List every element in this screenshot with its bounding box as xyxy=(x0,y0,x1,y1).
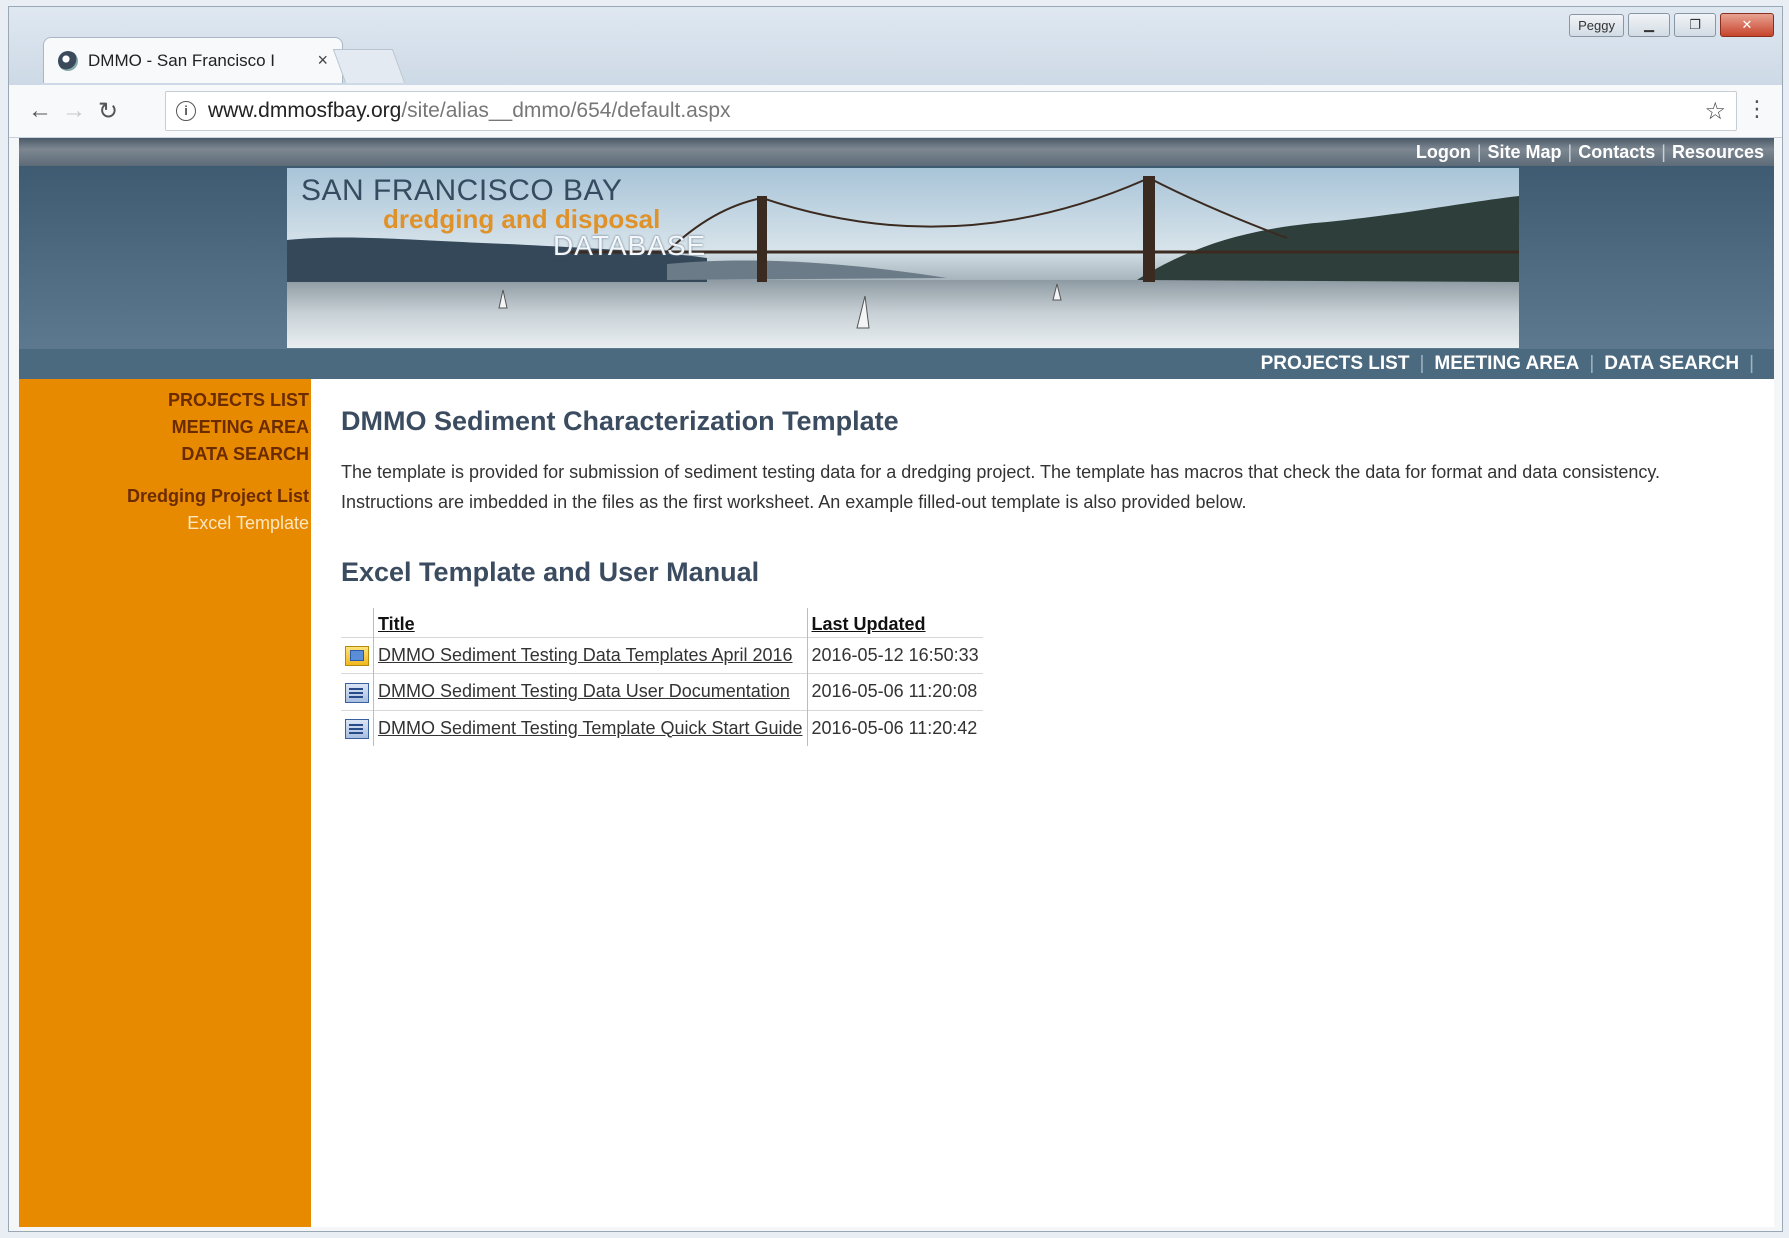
browser-tab[interactable]: DMMO - San Francisco I × xyxy=(43,37,343,83)
main-nav-meeting-area[interactable]: MEETING AREA xyxy=(1434,353,1579,374)
minimize-button[interactable]: ▁ xyxy=(1628,13,1670,37)
site-banner: SAN FRANCISCO BAY dredging and disposal … xyxy=(287,168,1519,348)
main-nav-projects-list[interactable]: PROJECTS LIST xyxy=(1261,353,1410,374)
site-map-link[interactable]: Site Map xyxy=(1488,142,1562,162)
new-tab-button[interactable] xyxy=(332,49,406,83)
document-link[interactable]: DMMO Sediment Testing Data User Document… xyxy=(378,681,790,701)
maximize-icon: ❐ xyxy=(1689,17,1701,32)
table-row: DMMO Sediment Testing Data Templates Apr… xyxy=(341,636,983,674)
section-title: Excel Template and User Manual xyxy=(341,557,760,587)
intro-text: The template is provided for submission … xyxy=(341,462,1661,512)
main-content: DMMO Sediment Characterization Template … xyxy=(341,406,1741,746)
sort-by-last-updated-link[interactable]: Last Updated xyxy=(812,614,926,634)
sidebar-item-data-search[interactable]: DATA SEARCH xyxy=(127,441,309,468)
tab-close-icon[interactable]: × xyxy=(317,50,328,71)
main-nav-data-search[interactable]: DATA SEARCH xyxy=(1604,353,1739,374)
tab-title: DMMO - San Francisco I xyxy=(88,50,276,70)
sidebar-item-meeting-area[interactable]: MEETING AREA xyxy=(127,414,309,441)
url-host: www.dmmosfbay.org xyxy=(208,99,402,122)
bridge-tower-left xyxy=(757,196,767,282)
reload-button[interactable]: ↻ xyxy=(91,97,125,126)
url-path: /site/alias__dmmo/654/default.aspx xyxy=(401,99,731,122)
site-favicon-icon xyxy=(58,50,78,71)
address-bar[interactable]: i www.dmmosfbay.org/site/alias__dmmo/654… xyxy=(165,91,1737,131)
right-hills xyxy=(1137,196,1519,282)
title-cell: DMMO Sediment Testing Data Templates Apr… xyxy=(373,636,808,674)
table-row: DMMO Sediment Testing Template Quick Sta… xyxy=(341,709,983,746)
title-cell: DMMO Sediment Testing Template Quick Sta… xyxy=(373,709,808,746)
separator: | xyxy=(1419,353,1425,374)
main-nav-strip: PROJECTS LIST | MEETING AREA | DATA SEARCH | xyxy=(19,349,1774,379)
icon-column-header xyxy=(341,608,374,638)
browser-toolbar: ← → ↻ i www.dmmosfbay.org/site/alias__dm… xyxy=(9,85,1782,138)
bookmark-star-icon[interactable]: ☆ xyxy=(1704,97,1726,126)
main-nav: PROJECTS LIST | MEETING AREA | DATA SEARCH | xyxy=(1261,353,1764,375)
close-window-button[interactable]: ✕ xyxy=(1720,13,1774,37)
presentation-file-icon[interactable] xyxy=(345,646,369,667)
distant-hills xyxy=(667,260,947,280)
last-updated-column-header[interactable]: Last Updated xyxy=(807,608,983,638)
sort-by-title-link[interactable]: Title xyxy=(378,614,415,634)
separator: | xyxy=(1749,353,1754,374)
file-type-cell xyxy=(341,673,374,710)
file-type-cell xyxy=(341,636,374,674)
document-file-icon[interactable] xyxy=(345,682,369,703)
minimize-icon: ▁ xyxy=(1644,17,1654,32)
resources-link[interactable]: Resources xyxy=(1672,142,1764,162)
site-info-icon[interactable]: i xyxy=(176,101,196,121)
title-cell: DMMO Sediment Testing Data User Document… xyxy=(373,673,808,710)
utility-strip: Logon | Site Map | Contacts | Resources xyxy=(19,138,1774,166)
page-title: DMMO Sediment Characterization Template xyxy=(341,406,899,436)
contacts-link[interactable]: Contacts xyxy=(1578,142,1655,162)
banner-line-3: DATABASE xyxy=(553,230,707,261)
file-type-cell xyxy=(341,709,374,746)
water xyxy=(287,280,1519,348)
banner-line-2: dredging and disposal xyxy=(383,204,661,234)
sidebar-nav: PROJECTS LIST MEETING AREA DATA SEARCH D… xyxy=(127,387,309,537)
bridge-tower-right xyxy=(1143,176,1155,282)
banner-line-1: SAN FRANCISCO BAY xyxy=(301,174,623,207)
table-header-row: Title Last Updated xyxy=(341,608,983,638)
separator: | xyxy=(1589,353,1595,374)
title-bar: DMMO - San Francisco I × Peggy ▁ ❐ ✕ xyxy=(9,7,1782,85)
banner-logo-text: SAN FRANCISCO BAY dredging and disposal … xyxy=(301,176,706,260)
last-updated-cell: 2016-05-06 11:20:08 xyxy=(807,673,983,710)
logon-link[interactable]: Logon xyxy=(1416,142,1471,162)
sidebar: PROJECTS LIST MEETING AREA DATA SEARCH D… xyxy=(19,379,311,1227)
separator: | xyxy=(1661,142,1666,162)
close-icon: ✕ xyxy=(1741,17,1753,32)
separator: | xyxy=(1567,142,1573,162)
reload-icon: ↻ xyxy=(97,97,119,125)
sidebar-item-projects-list[interactable]: PROJECTS LIST xyxy=(127,387,309,414)
window-controls: Peggy ▁ ❐ ✕ xyxy=(1569,13,1774,37)
back-button[interactable]: ← xyxy=(23,97,57,125)
browser-menu-icon[interactable]: ⋮ xyxy=(1746,97,1768,121)
back-arrow-icon: ← xyxy=(28,97,52,124)
sidebar-item-excel-template[interactable]: Excel Template xyxy=(127,510,309,537)
forward-arrow-icon: → xyxy=(62,97,86,124)
profile-button[interactable]: Peggy xyxy=(1569,13,1624,37)
documents-table: Title Last Updated DMMO Sediment Testing… xyxy=(341,608,983,746)
document-link[interactable]: DMMO Sediment Testing Data Templates Apr… xyxy=(378,645,793,665)
title-column-header[interactable]: Title xyxy=(373,608,808,638)
document-link[interactable]: DMMO Sediment Testing Template Quick Sta… xyxy=(378,718,803,738)
last-updated-cell: 2016-05-12 16:50:33 xyxy=(807,636,983,674)
table-row: DMMO Sediment Testing Data User Document… xyxy=(341,673,983,710)
utility-links: Logon | Site Map | Contacts | Resources xyxy=(1416,142,1764,163)
sidebar-item-dredging-project-list[interactable]: Dredging Project List xyxy=(127,483,309,510)
page-viewport: Logon|Site Map|Contacts|Resources xyxy=(19,138,1774,1227)
document-file-icon[interactable] xyxy=(345,718,369,739)
forward-button[interactable]: → xyxy=(57,97,91,125)
browser-window: DMMO - San Francisco I × Peggy ▁ ❐ ✕ ← →… xyxy=(8,6,1783,1232)
maximize-button[interactable]: ❐ xyxy=(1674,13,1716,37)
separator: | xyxy=(1476,142,1482,162)
last-updated-cell: 2016-05-06 11:20:42 xyxy=(807,709,983,746)
